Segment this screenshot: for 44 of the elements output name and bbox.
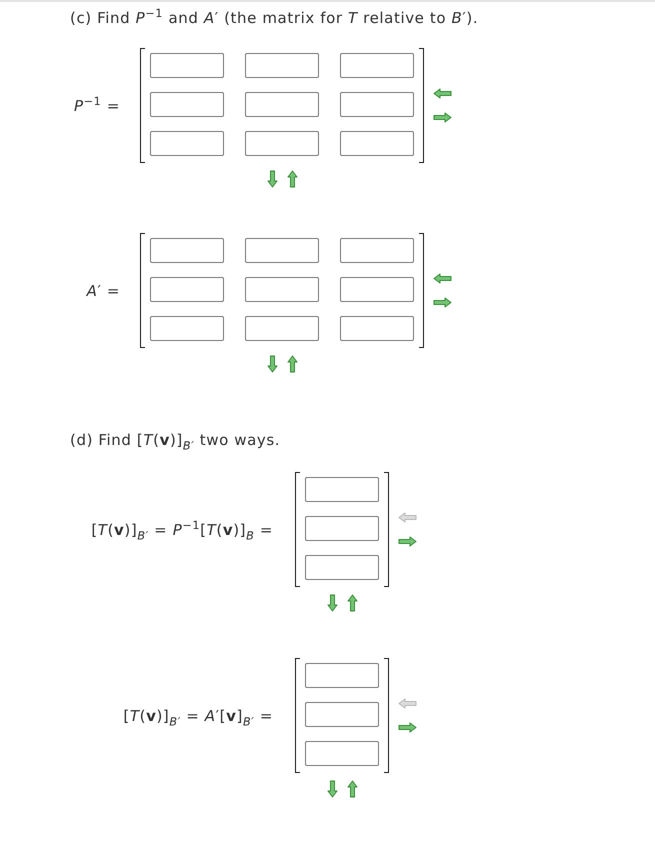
right-arrow-icon[interactable] (398, 722, 417, 733)
answer-box[interactable] (305, 702, 379, 727)
equation-label: P$^{−1}$ = (74, 96, 120, 114)
answer-box[interactable] (340, 277, 414, 302)
right-arrow-icon[interactable] (398, 536, 417, 547)
answer-box[interactable] (150, 316, 224, 341)
answer-box[interactable] (150, 92, 224, 117)
answer-box[interactable] (150, 131, 224, 156)
equation-label: A′ = (86, 282, 120, 300)
up-arrow-icon[interactable] (286, 170, 298, 188)
down-arrow-icon[interactable] (326, 780, 338, 798)
down-arrow-icon[interactable] (266, 355, 278, 373)
answer-box[interactable] (245, 316, 319, 341)
answer-box[interactable] (340, 316, 414, 341)
equation-label: [T(v)]$_{B′}$ = P$^{−1}$[T(v)]$_{B}$ = (91, 520, 273, 538)
answer-box[interactable] (150, 238, 224, 263)
answer-box[interactable] (305, 663, 379, 688)
down-arrow-icon[interactable] (326, 594, 338, 612)
left-arrow-icon[interactable] (433, 273, 452, 284)
up-arrow-icon[interactable] (346, 594, 358, 612)
answer-box[interactable] (150, 53, 224, 78)
question-text: (d) Find [T(v)]$_{B′}$ two ways. (70, 431, 280, 449)
answer-box[interactable] (340, 131, 414, 156)
equation-label: [T(v)]$_{B′}$ = A′[v]$_{B′}$ = (123, 706, 273, 724)
answer-box[interactable] (245, 92, 319, 117)
right-arrow-icon[interactable] (433, 112, 452, 123)
answer-box[interactable] (305, 477, 379, 502)
answer-box[interactable] (305, 741, 379, 766)
answer-box[interactable] (245, 131, 319, 156)
answer-box[interactable] (305, 516, 379, 541)
question-text: (c) Find P$^{−1}$ and A′ (the matrix for T relative to B′). (70, 9, 478, 27)
answer-box[interactable] (305, 555, 379, 580)
up-arrow-icon[interactable] (286, 355, 298, 373)
answer-box[interactable] (245, 53, 319, 78)
answer-box[interactable] (245, 238, 319, 263)
answer-box[interactable] (150, 277, 224, 302)
answer-box[interactable] (340, 92, 414, 117)
right-arrow-icon[interactable] (433, 297, 452, 308)
up-arrow-icon[interactable] (346, 780, 358, 798)
left-arrow-icon[interactable] (433, 88, 452, 99)
answer-box[interactable] (245, 277, 319, 302)
answer-box[interactable] (340, 238, 414, 263)
down-arrow-icon[interactable] (266, 170, 278, 188)
answer-box[interactable] (340, 53, 414, 78)
